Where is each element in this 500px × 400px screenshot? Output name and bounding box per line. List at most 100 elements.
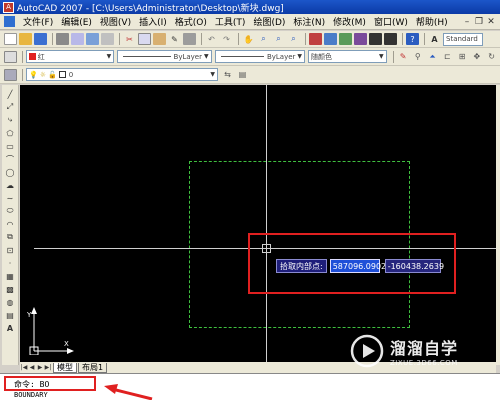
chevron-down-icon: ▼ [203,53,209,60]
layer-previous-icon[interactable]: ⇆ [221,69,234,81]
color-dropdown[interactable]: 红 ▼ [25,50,115,63]
menu-draw[interactable]: 绘图(D) [249,15,289,28]
revision-cloud-icon[interactable]: ☁ [4,179,16,191]
zoom-window-icon[interactable]: ⌕ [272,33,285,45]
linetype-dropdown[interactable]: ByLayer ▼ [117,50,212,63]
menu-tools[interactable]: 工具(T) [211,15,250,28]
lineweight-dropdown[interactable]: ByLayer ▼ [214,50,306,63]
construction-line-icon[interactable]: ⤢ [4,101,16,113]
array-icon[interactable]: ⊞ [456,51,469,63]
region-icon[interactable]: ◍ [4,296,16,308]
zoom-previous-icon[interactable]: ⌕ [287,33,300,45]
rectangle-icon[interactable]: ▭ [4,140,16,152]
save-icon[interactable] [34,33,47,45]
tool-palettes-icon[interactable] [339,33,352,45]
hatch-icon[interactable]: ▦ [4,270,16,282]
make-layer-current-icon[interactable] [4,50,17,63]
last-tab-icon[interactable]: ▶| [44,364,52,371]
layer-states-icon[interactable]: ▤ [236,69,249,81]
draw-toolbar: ╱ ⤢ ⤷ ⬠ ▭ ⌒ ◯ ☁ ∼ ⬭ ◠ ⧉ ⊡ · ▦ ▩ ◍ ▤ A [2,85,19,365]
quickcalc-icon[interactable] [384,33,397,45]
circle-icon[interactable]: ◯ [4,166,16,178]
menu-view[interactable]: 视图(V) [96,15,135,28]
properties-icon[interactable] [309,33,322,45]
polygon-icon[interactable]: ⬠ [4,127,16,139]
offset-icon[interactable]: ⊏ [441,51,454,63]
toolbar-separator [22,68,23,81]
layer-thaw-icon: ☼ [39,70,46,79]
rotate-icon[interactable]: ↻ [485,51,498,63]
multiline-text-icon[interactable]: A [4,322,16,334]
table-icon[interactable]: ▤ [4,309,16,321]
undo-icon[interactable]: ↶ [205,33,218,45]
close-icon[interactable]: ✕ [486,17,496,27]
menu-modify[interactable]: 修改(M) [329,15,370,28]
help-icon[interactable]: ? [406,33,419,45]
ellipse-arc-icon[interactable]: ◠ [4,218,16,230]
watermark-subtitle: ZIXUE.3D66.COM [390,359,458,367]
tab-model[interactable]: 模型 [53,362,77,373]
polyline-icon[interactable]: ⤷ [4,114,16,126]
layer-on-icon: 💡 [29,70,38,79]
cut-icon[interactable]: ✂ [123,33,136,45]
menu-insert[interactable]: 插入(I) [135,15,171,28]
previous-tab-icon[interactable]: ◀ [28,364,36,371]
arc-icon[interactable]: ⌒ [4,153,16,165]
autocad-logo-icon: A [3,1,14,13]
new-file-icon[interactable] [4,33,17,45]
insert-block-icon[interactable]: ⧉ [4,231,16,243]
gradient-icon[interactable]: ▩ [4,283,16,295]
open-folder-icon[interactable] [19,33,32,45]
minimize-icon[interactable]: – [462,17,472,27]
menu-format[interactable]: 格式(O) [171,15,211,28]
layer-manager-icon[interactable] [4,68,17,81]
3d-dwf-icon[interactable] [101,33,114,45]
make-block-icon[interactable]: ⊡ [4,244,16,256]
markup-icon[interactable] [369,33,382,45]
toolbar-separator [21,50,23,63]
layer-value: 0 [68,70,74,79]
plot-preview-icon[interactable] [71,33,84,45]
match-properties-icon[interactable]: ✎ [168,33,181,45]
restore-icon[interactable]: ❐ [474,17,484,27]
line-icon[interactable]: ╱ [4,88,16,100]
zoom-realtime-icon[interactable]: ⌕ [257,33,270,45]
tab-layout1[interactable]: 布局1 [78,362,108,373]
next-tab-icon[interactable]: ▶ [36,364,44,371]
command-highlight [4,376,96,391]
mirror-icon[interactable]: ⏶ [426,51,439,63]
text-style-dropdown[interactable]: Standard [443,32,483,46]
drawing-area[interactable]: 拾取内部点: 587096.0902 -160438.2639 Y X [20,85,496,362]
first-tab-icon[interactable]: |◀ [20,364,28,371]
publish-icon[interactable] [86,33,99,45]
x-coordinate-field[interactable]: 587096.0902 [329,259,386,273]
layer-dropdown[interactable]: 💡 ☼ 🔓 0 ▼ [26,68,218,81]
menu-dimension[interactable]: 标注(N) [289,15,329,28]
modify-toolbar-edge [496,85,500,365]
ellipse-icon[interactable]: ⬭ [4,205,16,217]
plot-style-dropdown[interactable]: 随颜色 ▼ [308,50,387,63]
redo-icon[interactable]: ↷ [220,33,233,45]
color-swatch-icon [28,53,36,60]
chevron-down-icon: ▼ [106,53,112,60]
red-arrow-icon [104,384,153,400]
document-icon[interactable] [4,16,15,27]
erase-icon[interactable]: ✎ [397,51,410,63]
y-coordinate-field[interactable]: -160438.2639 [384,259,444,273]
print-icon[interactable] [56,33,69,45]
pan-icon[interactable]: ✋ [242,33,255,45]
paste-icon[interactable] [153,33,166,45]
menu-file[interactable]: 文件(F) [19,15,57,28]
menu-window[interactable]: 窗口(W) [370,15,412,28]
block-editor-icon[interactable] [183,33,196,45]
menu-help[interactable]: 帮助(H) [412,15,452,28]
design-center-icon[interactable] [324,33,337,45]
copy-icon[interactable] [138,33,151,45]
sheet-set-icon[interactable] [354,33,367,45]
point-icon[interactable]: · [4,257,16,269]
move-icon[interactable]: ✥ [470,51,483,63]
command-window[interactable]: 命令: BO BOUNDARY [0,373,500,400]
copy-object-icon[interactable]: ⚲ [411,51,424,63]
spline-icon[interactable]: ∼ [4,192,16,204]
menu-edit[interactable]: 编辑(E) [57,15,96,28]
